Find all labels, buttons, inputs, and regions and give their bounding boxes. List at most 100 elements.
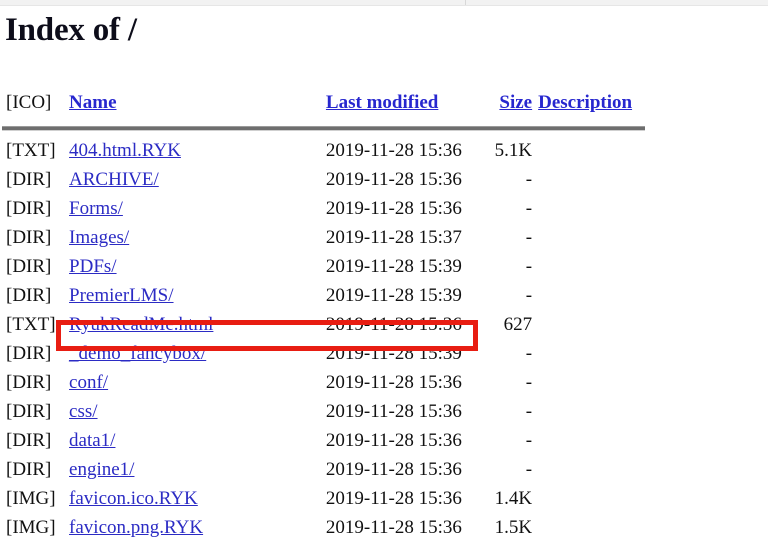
table-row[interactable]: [DIR] css/2019-11-28 15:36 - bbox=[0, 397, 660, 426]
file-type-icon: [DIR] bbox=[6, 169, 52, 190]
row-icon-cell: [DIR] bbox=[0, 223, 69, 252]
row-icon-cell: [IMG] bbox=[0, 484, 69, 513]
row-size-cell: 1.5K bbox=[494, 517, 533, 538]
file-type-icon: [DIR] bbox=[6, 285, 52, 306]
row-description-cell bbox=[538, 339, 660, 368]
file-type-icon: [DIR] bbox=[6, 372, 52, 393]
table-row[interactable]: [DIR] data1/2019-11-28 15:36 - bbox=[0, 426, 660, 455]
row-size-cell: - bbox=[525, 198, 533, 219]
file-link[interactable]: 404.html.RYK bbox=[69, 140, 181, 161]
row-description-cell bbox=[538, 513, 660, 542]
row-description-cell bbox=[538, 455, 660, 484]
file-link[interactable]: Forms/ bbox=[69, 198, 123, 219]
row-size-cell: - bbox=[525, 343, 533, 364]
row-last-modified-cell: 2019-11-28 15:39 bbox=[325, 285, 462, 306]
row-description-cell bbox=[538, 165, 660, 194]
table-row[interactable]: [IMG] favicon.ico.RYK 2019-11-28 15:36 1.4K bbox=[0, 484, 660, 513]
row-name-cell: data1/ bbox=[69, 426, 326, 455]
row-size-cell: 1.4K bbox=[494, 488, 533, 509]
row-last-modified-cell: 2019-11-28 15:39 bbox=[325, 256, 462, 277]
row-icon-cell: [DIR] bbox=[0, 194, 69, 223]
row-size-cell: - bbox=[525, 227, 533, 248]
file-type-icon: [DIR] bbox=[6, 401, 52, 422]
file-link[interactable]: PremierLMS/ bbox=[69, 285, 174, 306]
sort-by-name-link[interactable]: Name bbox=[69, 92, 116, 113]
row-size-cell: - bbox=[525, 401, 533, 422]
sort-by-size-link[interactable]: Size bbox=[499, 92, 532, 113]
directory-index-page: Index of / [ICO] Name Last modified Size… bbox=[0, 0, 768, 559]
file-link[interactable]: Images/ bbox=[69, 227, 129, 248]
file-link[interactable]: ARCHIVE/ bbox=[69, 169, 159, 190]
table-row[interactable]: [DIR] ARCHIVE/2019-11-28 15:36 - bbox=[0, 165, 660, 194]
row-name-cell: ARCHIVE/ bbox=[69, 165, 326, 194]
table-header-row: [ICO] Name Last modified Size Descriptio… bbox=[0, 88, 660, 122]
row-description-cell bbox=[538, 426, 660, 455]
table-row[interactable]: [DIR] PDFs/2019-11-28 15:39 - bbox=[0, 252, 660, 281]
file-type-icon: [DIR] bbox=[6, 227, 52, 248]
table-row[interactable]: [DIR] PremierLMS/2019-11-28 15:39 - bbox=[0, 281, 660, 310]
file-link[interactable]: css/ bbox=[69, 401, 98, 422]
row-size-cell: - bbox=[525, 285, 533, 306]
row-icon-cell: [DIR] bbox=[0, 252, 69, 281]
row-name-cell: RyukReadMe.html bbox=[69, 310, 326, 339]
row-name-cell: Forms/ bbox=[69, 194, 326, 223]
file-type-icon: [DIR] bbox=[6, 256, 52, 277]
row-name-cell: favicon.ico.RYK bbox=[69, 484, 326, 513]
file-link[interactable]: engine1/ bbox=[69, 459, 134, 480]
row-name-cell: 404.html.RYK bbox=[69, 136, 326, 165]
row-description-cell bbox=[538, 223, 660, 252]
table-row[interactable]: [DIR] Images/2019-11-28 15:37 - bbox=[0, 223, 660, 252]
directory-index-body: [ICO] Name Last modified Size Descriptio… bbox=[0, 88, 660, 542]
row-name-cell: favicon.png.RYK bbox=[69, 513, 326, 542]
ico-column-icon: [ICO] bbox=[6, 92, 52, 113]
row-size-cell: - bbox=[525, 459, 533, 480]
row-icon-cell: [TXT] bbox=[0, 310, 69, 339]
table-row[interactable]: [TXT] RyukReadMe.html 2019-11-28 15:36 627 bbox=[0, 310, 660, 339]
file-type-icon: [TXT] bbox=[6, 314, 56, 335]
row-last-modified-cell: 2019-11-28 15:36 bbox=[325, 314, 462, 335]
file-type-icon: [IMG] bbox=[6, 488, 56, 509]
row-size-cell: 627 bbox=[503, 314, 533, 335]
row-size-cell: - bbox=[525, 430, 533, 451]
table-row[interactable]: [DIR] Forms/2019-11-28 15:36 - bbox=[0, 194, 660, 223]
row-name-cell: css/ bbox=[69, 397, 326, 426]
row-icon-cell: [DIR] bbox=[0, 281, 69, 310]
row-description-cell bbox=[538, 484, 660, 513]
table-row[interactable]: [DIR] conf/2019-11-28 15:36 - bbox=[0, 368, 660, 397]
file-link[interactable]: favicon.ico.RYK bbox=[69, 488, 198, 509]
row-icon-cell: [DIR] bbox=[0, 455, 69, 484]
row-name-cell: Images/ bbox=[69, 223, 326, 252]
row-name-cell: _demo_fancybox/ bbox=[69, 339, 326, 368]
row-last-modified-cell: 2019-11-28 15:36 bbox=[325, 401, 462, 422]
row-icon-cell: [IMG] bbox=[0, 513, 69, 542]
header-size-cell: Size bbox=[487, 88, 538, 122]
file-link[interactable]: _demo_fancybox/ bbox=[69, 343, 206, 364]
row-last-modified-cell: 2019-11-28 15:36 bbox=[325, 372, 462, 393]
row-description-cell bbox=[538, 310, 660, 339]
file-link[interactable]: conf/ bbox=[69, 372, 108, 393]
file-link[interactable]: RyukReadMe.html bbox=[69, 314, 213, 335]
row-description-cell bbox=[538, 194, 660, 223]
table-row[interactable]: [TXT] 404.html.RYK 2019-11-28 15:36 5.1K bbox=[0, 136, 660, 165]
row-description-cell bbox=[538, 281, 660, 310]
row-last-modified-cell: 2019-11-28 15:36 bbox=[325, 169, 462, 190]
file-type-icon: [DIR] bbox=[6, 430, 52, 451]
table-row[interactable]: [DIR] _demo_fancybox/2019-11-28 15:39 - bbox=[0, 339, 660, 368]
file-link[interactable]: data1/ bbox=[69, 430, 115, 451]
file-link[interactable]: favicon.png.RYK bbox=[69, 517, 203, 538]
header-name-cell: Name bbox=[69, 88, 326, 122]
row-icon-cell: [DIR] bbox=[0, 165, 69, 194]
header-description-cell: Description bbox=[538, 88, 660, 122]
header-last-modified-cell: Last modified bbox=[326, 88, 487, 122]
row-last-modified-cell: 2019-11-28 15:36 bbox=[325, 488, 462, 509]
row-name-cell: PremierLMS/ bbox=[69, 281, 326, 310]
sort-by-last-modified-link[interactable]: Last modified bbox=[326, 92, 438, 113]
table-row[interactable]: [IMG] favicon.png.RYK 2019-11-28 15:36 1.5K bbox=[0, 513, 660, 542]
file-type-icon: [DIR] bbox=[6, 343, 52, 364]
row-size-cell: - bbox=[525, 169, 533, 190]
table-row[interactable]: [DIR] engine1/2019-11-28 15:36 - bbox=[0, 455, 660, 484]
row-last-modified-cell: 2019-11-28 15:36 bbox=[325, 140, 462, 161]
sort-by-description-link[interactable]: Description bbox=[538, 92, 632, 113]
file-link[interactable]: PDFs/ bbox=[69, 256, 117, 277]
row-last-modified-cell: 2019-11-28 15:36 bbox=[325, 517, 462, 538]
